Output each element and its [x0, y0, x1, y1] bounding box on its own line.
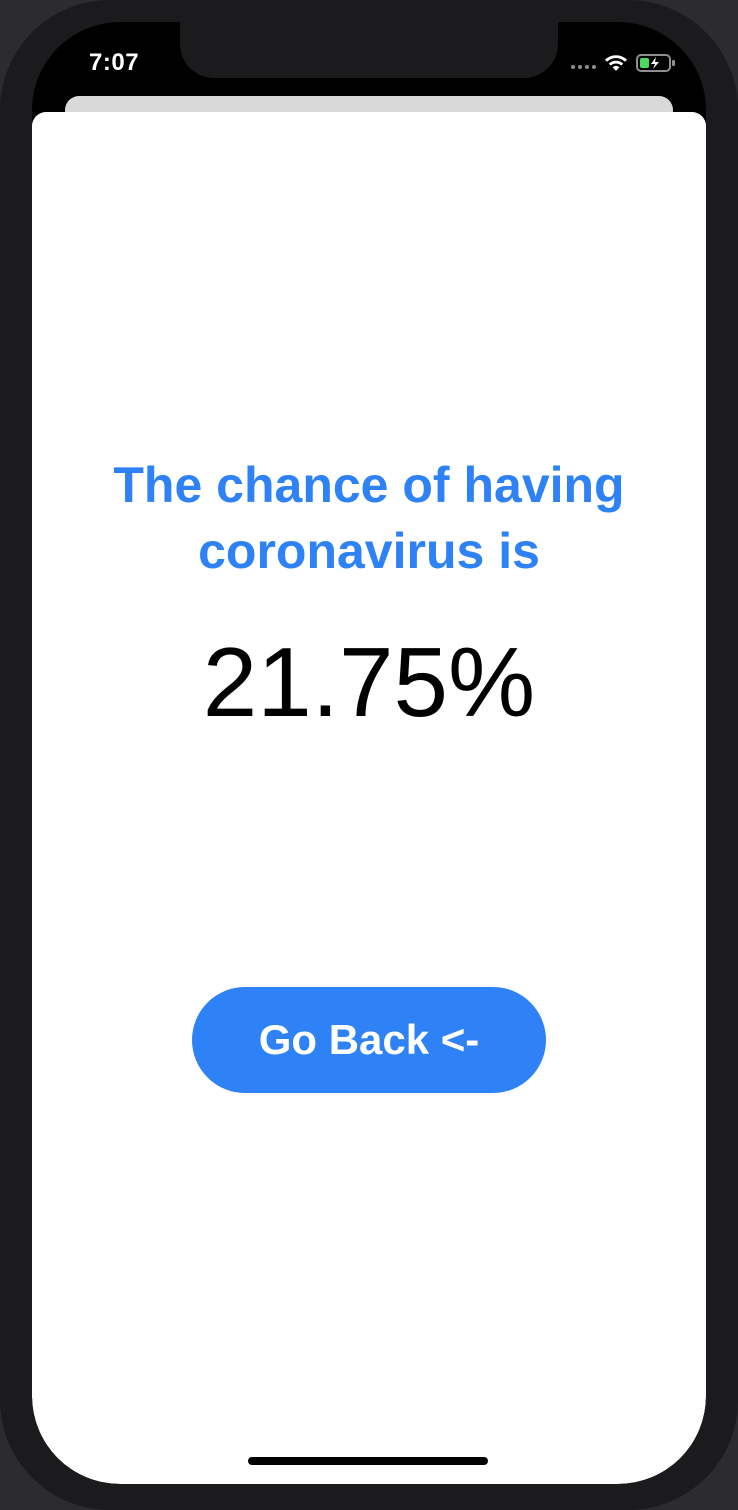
battery-charging-icon: [636, 54, 675, 72]
cellular-signal-icon: [571, 57, 596, 69]
notch: [180, 22, 558, 78]
phone-frame: 7:07 The chance of having coronavirus is: [0, 0, 738, 1510]
status-icons: [571, 53, 676, 73]
home-indicator[interactable]: [248, 1457, 488, 1465]
headline-line-1: The chance of having: [113, 457, 625, 513]
modal-sheet: The chance of having coronavirus is 21.7…: [32, 112, 706, 1484]
status-time: 7:07: [89, 49, 140, 76]
headline-line-2: coronavirus is: [198, 523, 540, 579]
result-percentage: 21.75%: [202, 627, 536, 737]
wifi-icon: [605, 55, 627, 71]
go-back-button[interactable]: Go Back <-: [192, 987, 546, 1093]
screen: 7:07 The chance of having coronavirus is: [32, 22, 706, 1484]
result-headline: The chance of having coronavirus is: [32, 452, 706, 584]
